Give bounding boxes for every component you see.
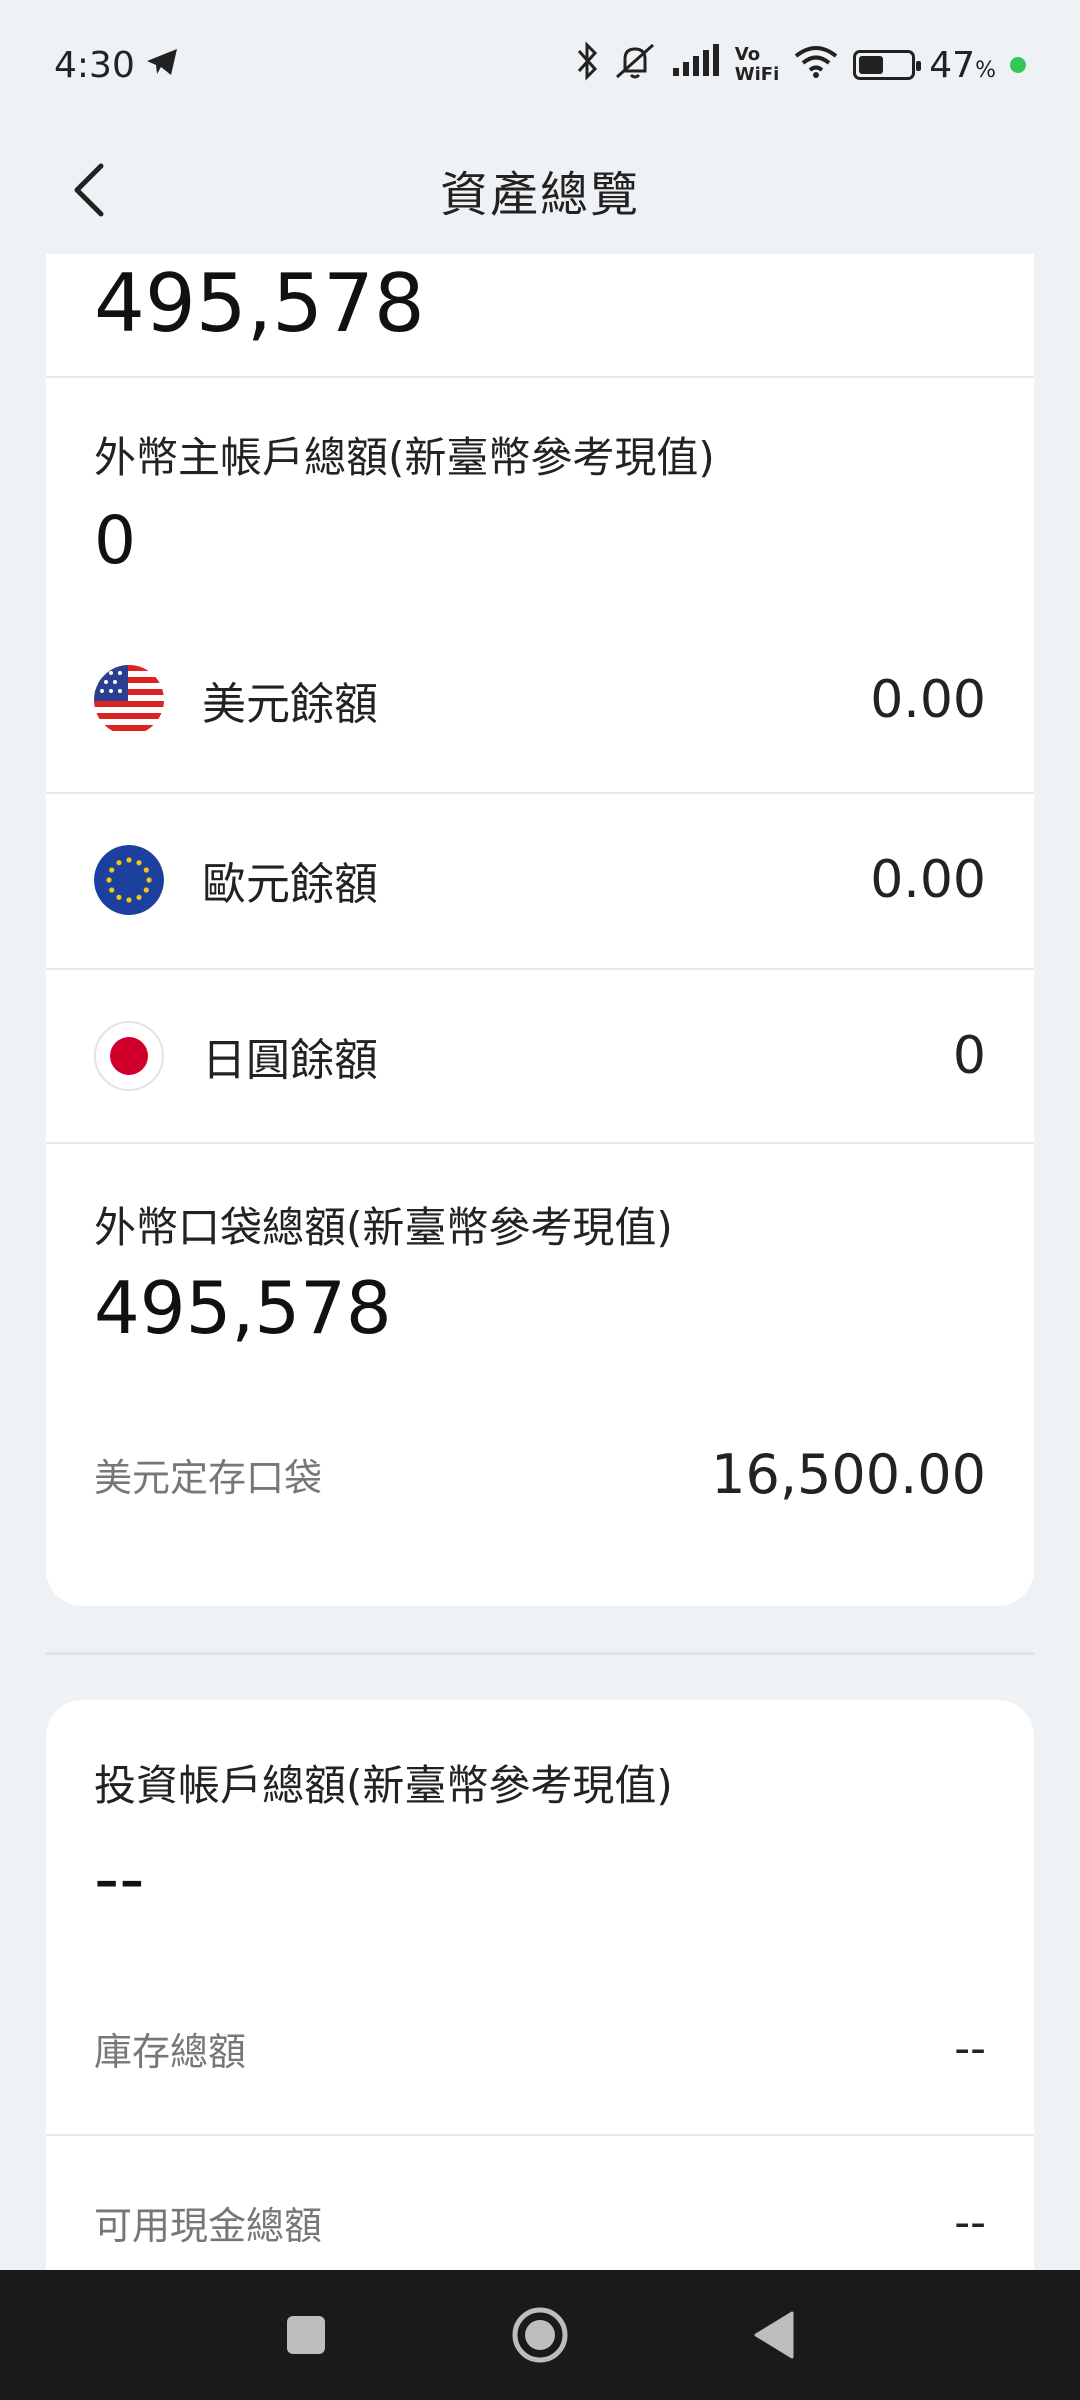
privacy-indicator-dot <box>1010 57 1026 73</box>
divider <box>46 1142 1034 1144</box>
square-icon <box>287 2316 325 2354</box>
muted-bell-icon <box>613 41 657 90</box>
invest-card: 投資帳戶總額(新臺幣參考現值) -- 庫存總額 -- 可用現金總額 -- <box>46 1700 1034 2300</box>
divider <box>46 376 1034 378</box>
section-separator <box>46 1652 1034 1655</box>
sub-label: 美元定存口袋 <box>94 1455 323 1500</box>
sub-label: 庫存總額 <box>94 2029 247 2074</box>
currency-value: 0.00 <box>870 850 986 910</box>
invest-total: -- <box>94 1838 145 1920</box>
sub-value: -- <box>954 2022 986 2074</box>
invest-item-inventory[interactable]: 庫存總額 -- <box>46 1988 1034 2108</box>
triangle-back-icon <box>754 2311 794 2359</box>
bluetooth-icon <box>575 40 599 90</box>
eu-flag-icon <box>94 845 164 915</box>
invest-item-cash[interactable]: 可用現金總額 -- <box>46 2162 1034 2282</box>
page-title: 資產總覽 <box>439 167 640 223</box>
currency-name: 歐元餘額 <box>202 859 378 910</box>
us-flag-icon <box>94 665 164 735</box>
status-time: 4:30 <box>54 44 135 86</box>
home-circle-icon <box>512 2307 568 2363</box>
top-total-value: 495,578 <box>94 257 425 350</box>
battery-icon <box>853 50 922 80</box>
battery-fill <box>859 56 883 74</box>
status-right: Vo WiFi 47% <box>575 40 1026 90</box>
status-bar: 4:30 Vo WiFi 47% <box>0 0 1080 130</box>
fx-pocket-total: 495,578 <box>94 1266 392 1350</box>
vo-label: Vo <box>734 44 761 65</box>
currency-name: 美元餘額 <box>202 679 378 730</box>
telegram-icon <box>145 45 179 86</box>
currency-row-jpy[interactable]: 日圓餘額 0 <box>46 970 1034 1142</box>
invest-label: 投資帳戶總額(新臺幣參考現值) <box>94 1761 673 1810</box>
wifi-label: WiFi <box>734 64 780 85</box>
home-button[interactable] <box>480 2270 600 2400</box>
recents-button[interactable] <box>246 2270 366 2400</box>
battery-pct-value: 47 <box>929 44 976 86</box>
currency-value: 0 <box>952 1026 986 1086</box>
status-left: 4:30 <box>54 45 179 86</box>
currency-row-eur[interactable]: 歐元餘額 0.00 <box>46 794 1034 966</box>
signal-icon <box>671 43 721 87</box>
back-nav-button[interactable] <box>714 2270 834 2400</box>
divider <box>46 2134 1034 2136</box>
app-header: 資產總覽 <box>0 130 1080 250</box>
battery-pct-sign: % <box>975 57 996 83</box>
back-button[interactable] <box>54 150 124 230</box>
sub-value: -- <box>954 2196 986 2248</box>
assets-card: 495,578 外幣主帳戶總額(新臺幣參考現值) 0 美元餘額 0.00 歐元餘… <box>46 254 1034 1606</box>
battery-percent: 47% <box>929 45 996 86</box>
vowifi-icon: Vo WiFi <box>735 45 780 85</box>
system-nav-bar <box>0 2270 1080 2400</box>
fx-main-total: 0 <box>94 502 136 579</box>
sub-label: 可用現金總額 <box>94 2203 323 2248</box>
fx-pocket-item-usd-deposit[interactable]: 美元定存口袋 16,500.00 <box>46 1414 1034 1534</box>
currency-row-usd[interactable]: 美元餘額 0.00 <box>46 614 1034 786</box>
fx-pocket-label: 外幣口袋總額(新臺幣參考現值) <box>94 1203 673 1252</box>
fx-main-label: 外幣主帳戶總額(新臺幣參考現值) <box>94 433 715 482</box>
sub-value: 16,500.00 <box>711 1442 986 1506</box>
wifi-icon <box>793 44 839 87</box>
currency-value: 0.00 <box>870 670 986 730</box>
jp-flag-icon <box>94 1021 164 1091</box>
currency-name: 日圓餘額 <box>202 1035 378 1086</box>
chevron-left-icon <box>74 163 104 217</box>
